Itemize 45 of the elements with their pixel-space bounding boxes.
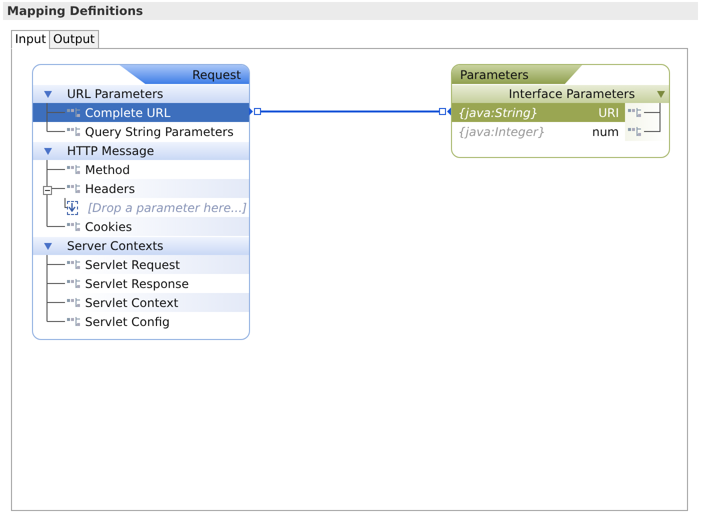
panel-title: Mapping Definitions xyxy=(3,2,698,20)
hierarchy-icon xyxy=(67,184,81,194)
parameter-name: num xyxy=(591,124,620,140)
parameter-label: Servlet Request xyxy=(84,256,182,272)
hierarchy-icon xyxy=(67,222,81,232)
tree-line xyxy=(45,274,67,293)
section-title: Interface Parameters xyxy=(508,87,635,101)
tree-line xyxy=(45,255,67,274)
parameter-type: {java:Integer} xyxy=(457,124,547,140)
parameter-label: Servlet Context xyxy=(84,294,180,310)
section-header[interactable]: Interface Parameters xyxy=(452,84,669,103)
section-title: Server Contexts xyxy=(67,239,164,253)
drop-placeholder: [Drop a parameter here...] xyxy=(86,200,248,216)
parameter-label: Complete URL xyxy=(84,104,172,120)
parameter-row[interactable]: Complete URL xyxy=(33,103,249,122)
section-header[interactable]: Server Contexts xyxy=(33,236,249,255)
hierarchy-icon xyxy=(67,298,81,308)
section-title: HTTP Message xyxy=(67,144,154,158)
parameter-label: Servlet Config xyxy=(84,314,171,330)
node-title: Request xyxy=(192,68,241,82)
parameter-label: Cookies xyxy=(84,218,133,234)
parameter-name: URI xyxy=(597,104,620,120)
hierarchy-icon xyxy=(67,126,81,136)
hierarchy-icon xyxy=(628,126,642,136)
tab[interactable]: Output xyxy=(49,30,99,49)
collapse-toggle[interactable] xyxy=(43,186,52,195)
hierarchy-icon xyxy=(67,164,81,174)
parameter-label: Servlet Response xyxy=(84,276,190,292)
hierarchy-icon xyxy=(67,278,81,288)
hierarchy-icon xyxy=(67,316,81,326)
parameter-label: Method xyxy=(84,162,132,178)
node-title: Parameters xyxy=(460,68,529,82)
hierarchy-icon xyxy=(67,108,81,118)
tree-line xyxy=(45,179,67,198)
section-header[interactable]: HTTP Message xyxy=(33,141,249,160)
hierarchy-icon xyxy=(67,260,81,270)
section-header[interactable]: URL Parameters xyxy=(33,84,249,103)
parameter-label: Query String Parameters xyxy=(84,124,235,140)
drop-target-icon[interactable] xyxy=(67,200,78,214)
section-title: URL Parameters xyxy=(67,87,164,101)
tab[interactable]: Input xyxy=(11,30,50,49)
hierarchy-icon xyxy=(628,108,642,118)
tree-line xyxy=(45,160,67,179)
parameter-type: {java:String} xyxy=(457,104,540,120)
parameter-label: Headers xyxy=(84,180,136,196)
